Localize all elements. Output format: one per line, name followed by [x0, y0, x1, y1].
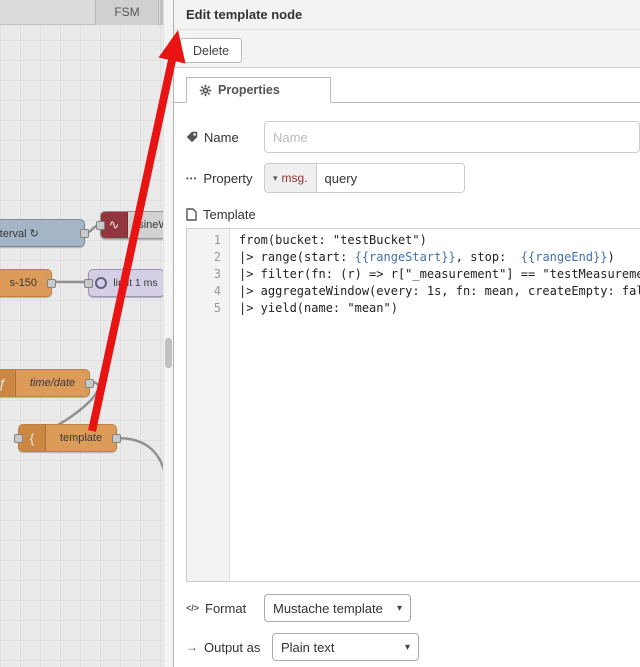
property-value-input[interactable] — [315, 164, 464, 192]
flow-canvas[interactable]: interval ↻ ∿ sineW s-150 limit 1 ms ƒ ti… — [0, 0, 173, 667]
tab-bar: Properties — [174, 76, 640, 103]
node-label: s-150 — [9, 277, 37, 289]
property-row: ••• Property ▾ msg. — [186, 163, 640, 193]
ellipsis-icon: ••• — [186, 173, 198, 183]
input-port[interactable] — [96, 221, 105, 230]
output-select[interactable]: Plain text ▾ — [272, 633, 419, 661]
timer-icon — [95, 277, 107, 289]
node-label: time/date — [29, 377, 76, 389]
output-port[interactable] — [85, 379, 94, 388]
tag-icon — [186, 131, 198, 143]
output-select-value: Plain text — [281, 639, 335, 655]
name-input[interactable] — [264, 121, 640, 153]
node-label: template — [59, 432, 103, 444]
edit-form: Name ••• Property ▾ msg. — [174, 121, 640, 661]
caret-down-icon: ▾ — [273, 172, 278, 183]
format-select-value: Mustache template — [273, 600, 383, 616]
editor-code: from(bucket: "testBucket") |> range(start… — [239, 233, 640, 315]
arrow-right-icon: → — [186, 640, 198, 654]
tab-properties[interactable]: Properties — [186, 77, 331, 103]
input-port[interactable] — [84, 279, 93, 288]
screen: interval ↻ ∿ sineW s-150 limit 1 ms ƒ ti… — [0, 0, 640, 667]
gear-icon — [199, 84, 212, 97]
node-label: interval ↻ — [0, 227, 39, 240]
msg-prefix-button[interactable]: ▾ msg. — [265, 164, 316, 192]
node-timedate[interactable]: ƒ time/date — [0, 369, 94, 397]
template-brace-icon: { — [19, 425, 46, 451]
caret-down-icon: ▾ — [404, 641, 410, 653]
format-select[interactable]: Mustache template ▾ — [264, 594, 411, 622]
canvas-scrollbar[interactable] — [163, 0, 173, 667]
file-icon — [186, 208, 197, 221]
editor-gutter: 12345 — [187, 229, 230, 581]
panel-title: Edit template node — [174, 0, 640, 30]
property-typed-input: ▾ msg. — [264, 163, 465, 193]
sine-wave-icon: ∿ — [101, 212, 128, 238]
node-label: limit 1 ms — [113, 277, 158, 289]
caret-down-icon: ▾ — [396, 602, 402, 614]
node-template[interactable]: { template — [14, 424, 121, 452]
output-port[interactable] — [47, 279, 56, 288]
output-row: → Output as Plain text ▾ — [186, 633, 640, 661]
code-icon: </> — [186, 603, 200, 613]
node-ms150[interactable]: s-150 — [0, 269, 56, 297]
panel-toolbar: Delete — [174, 30, 640, 68]
function-icon: ƒ — [0, 370, 16, 396]
output-label: → Output as — [186, 639, 261, 655]
node-limit[interactable]: limit 1 ms — [84, 269, 165, 297]
format-row: </> Format Mustache template ▾ — [186, 594, 640, 622]
name-row: Name — [186, 121, 640, 153]
input-port[interactable] — [14, 434, 23, 443]
template-editor[interactable]: 12345 from(bucket: "testBucket") |> range… — [186, 228, 640, 582]
tab-properties-label: Properties — [218, 83, 280, 97]
template-label: Template — [186, 207, 640, 222]
scrollbar-thumb[interactable] — [165, 338, 172, 368]
canvas-header: FSM — [0, 0, 173, 25]
msg-prefix-label: msg. — [281, 171, 308, 185]
property-label: ••• Property — [186, 170, 253, 186]
wires — [18, 223, 169, 485]
format-label: </> Format — [186, 600, 247, 616]
output-port[interactable] — [80, 229, 89, 238]
output-port[interactable] — [112, 434, 121, 443]
node-interval[interactable]: interval ↻ — [0, 219, 89, 247]
name-label: Name — [186, 130, 264, 145]
edit-panel: Edit template node Delete Properties Nam… — [173, 0, 640, 667]
tab-fsm[interactable]: FSM — [95, 0, 159, 25]
delete-button[interactable]: Delete — [180, 38, 243, 63]
